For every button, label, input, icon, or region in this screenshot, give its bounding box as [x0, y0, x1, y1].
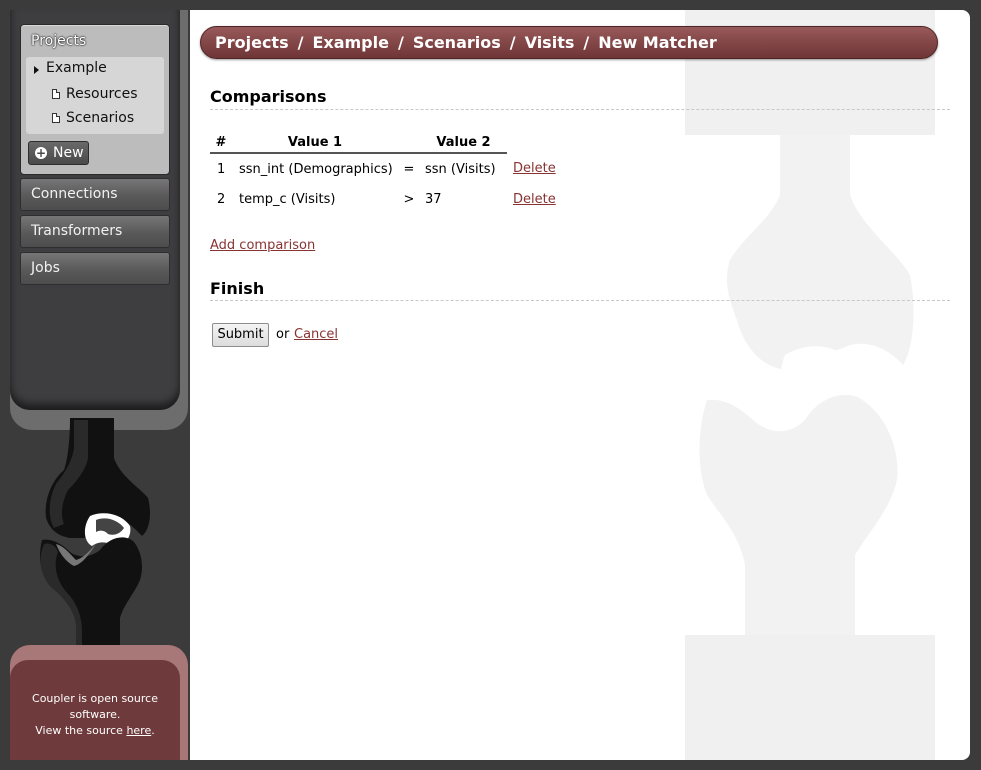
comparisons-table: # Value 1 Value 2 1 ssn_int (Demographic…: [210, 133, 567, 215]
row-value2: ssn (Visits): [425, 161, 496, 177]
row-value2: 37: [425, 192, 442, 207]
footer-text-line2: software.: [69, 708, 121, 721]
column-header-operator: [398, 133, 420, 154]
project-tree: Example Resources Scenarios: [26, 57, 164, 134]
main-content: Projects / Example / Scenarios / Visits / New Ma…: [190, 10, 970, 760]
new-button-label: New: [53, 145, 84, 161]
column-header-value1: Value 1: [232, 133, 398, 154]
document-icon: [52, 113, 60, 123]
nav-jobs[interactable]: Jobs: [20, 252, 170, 285]
project-item-example[interactable]: Example: [26, 57, 164, 81]
cancel-link[interactable]: Cancel: [294, 327, 338, 342]
plus-icon: +: [35, 146, 47, 160]
add-comparison-link[interactable]: Add comparison: [210, 238, 315, 253]
table-row: 2 temp_c (Visits) > 37 Delete: [210, 184, 567, 215]
delete-comparison-link[interactable]: Delete: [513, 192, 556, 207]
or-text: or: [276, 327, 290, 342]
table-row: 1 ssn_int (Demographics) = ssn (Visits) …: [210, 153, 567, 184]
new-project-button[interactable]: + New: [28, 141, 89, 165]
breadcrumb-separator: /: [583, 33, 590, 52]
row-operator: >: [403, 192, 415, 207]
table-header-row: # Value 1 Value 2: [210, 133, 567, 154]
row-operator: =: [403, 161, 415, 177]
footer-source-suffix: .: [151, 724, 155, 737]
row-number: 2: [217, 192, 226, 207]
breadcrumb-example[interactable]: Example: [312, 33, 389, 52]
row-value1: ssn_int (Demographics): [239, 161, 393, 177]
background-knee-watermark: [685, 10, 935, 760]
knee-joint-logo: [40, 418, 150, 658]
projects-panel: Projects Example Resources Scenarios + N…: [20, 24, 170, 175]
column-header-actions: [507, 133, 567, 153]
footer-text-line1: Coupler is open source: [32, 692, 158, 705]
breadcrumb-scenarios[interactable]: Scenarios: [413, 33, 501, 52]
project-item-scenarios[interactable]: Scenarios: [26, 107, 164, 131]
finish-heading: Finish: [210, 279, 265, 298]
row-value1: temp_c (Visits): [239, 192, 336, 207]
breadcrumb: Projects / Example / Scenarios / Visits / New Ma…: [200, 26, 938, 59]
nav-connections[interactable]: Connections: [20, 178, 170, 211]
document-icon: [52, 89, 60, 99]
project-item-label: Resources: [66, 86, 138, 102]
column-header-value2: Value 2: [420, 133, 507, 154]
section-divider: [210, 109, 950, 110]
project-item-label: Scenarios: [66, 110, 135, 126]
column-header-number: #: [210, 133, 232, 154]
breadcrumb-projects[interactable]: Projects: [215, 33, 289, 52]
nav-transformers[interactable]: Transformers: [20, 215, 170, 248]
comparisons-heading: Comparisons: [210, 87, 327, 106]
breadcrumb-separator: /: [297, 33, 304, 52]
breadcrumb-visits[interactable]: Visits: [525, 33, 575, 52]
breadcrumb-separator: /: [509, 33, 516, 52]
submit-button[interactable]: Submit: [212, 323, 269, 347]
section-divider: [210, 300, 950, 301]
projects-title: Projects: [31, 33, 87, 49]
project-item-label: Example: [46, 60, 107, 76]
breadcrumb-separator: /: [397, 33, 404, 52]
footer-text-line3: View the source here.: [10, 723, 180, 739]
breadcrumb-current: New Matcher: [598, 33, 717, 52]
footer: Coupler is open source software. View th…: [10, 660, 180, 760]
expand-triangle-icon: [34, 66, 39, 74]
delete-comparison-link[interactable]: Delete: [513, 161, 556, 176]
project-item-resources[interactable]: Resources: [26, 83, 164, 107]
footer-source-prefix: View the source: [35, 724, 127, 737]
row-number: 1: [217, 161, 226, 177]
source-link[interactable]: here: [126, 724, 151, 737]
